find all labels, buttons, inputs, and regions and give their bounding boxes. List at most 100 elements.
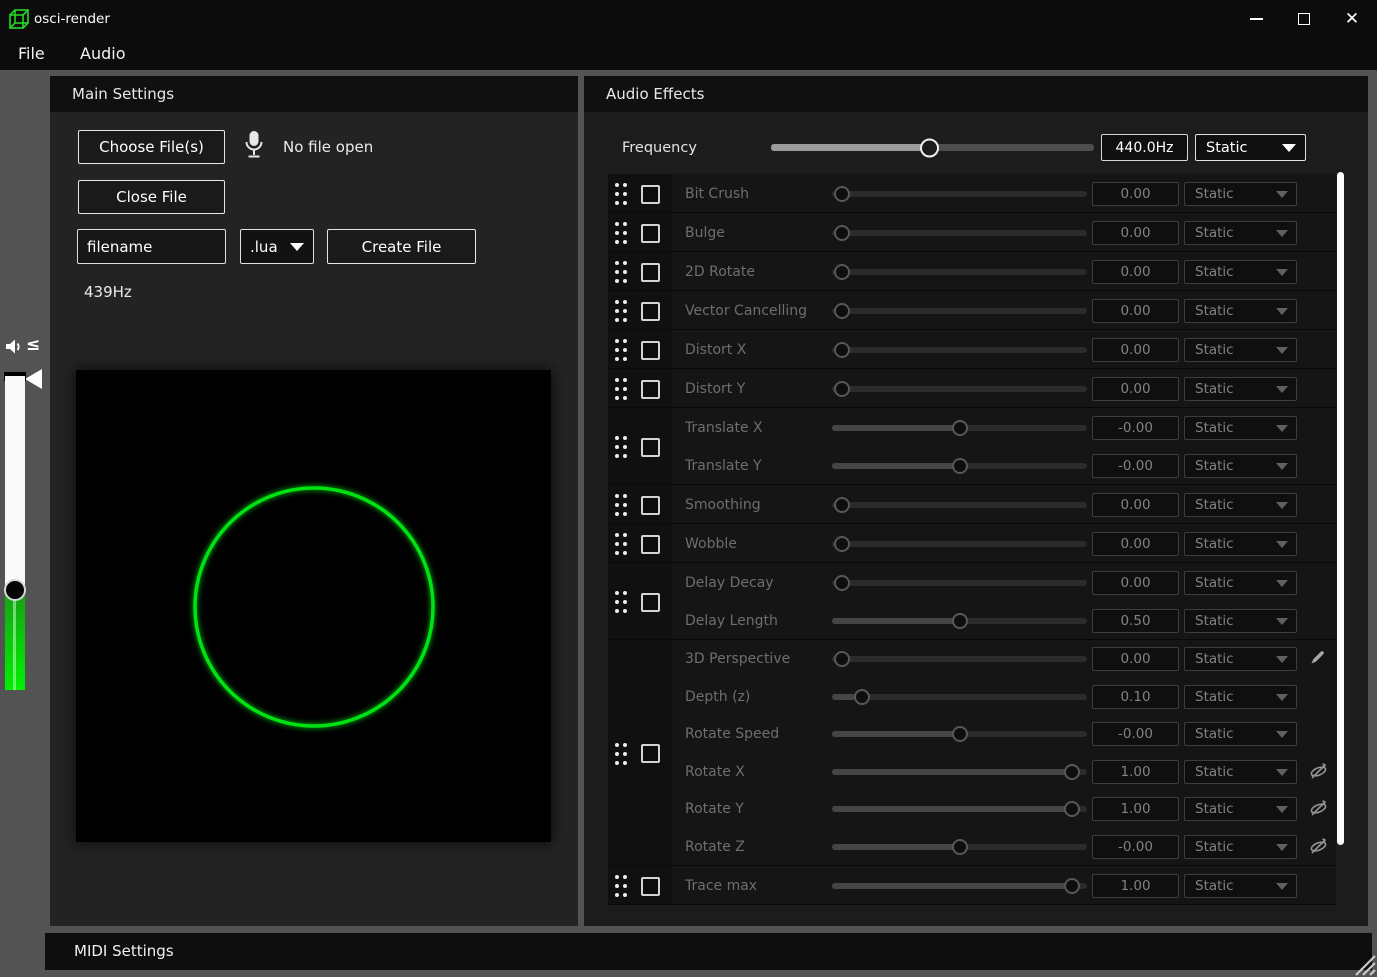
slider-track[interactable] <box>832 580 1087 586</box>
effect-value-box[interactable]: 0.50 <box>1092 609 1179 633</box>
frequency-value-box[interactable]: 440.0Hz <box>1101 134 1188 161</box>
effect-slider[interactable] <box>832 378 1087 400</box>
effect-mode-select[interactable]: Static <box>1184 182 1297 206</box>
slider-track[interactable] <box>771 144 1094 151</box>
rotate-icon[interactable] <box>1309 799 1329 819</box>
effect-mode-select[interactable]: Static <box>1184 338 1297 362</box>
slider-track[interactable] <box>832 844 1087 850</box>
slider-thumb[interactable] <box>1064 764 1080 780</box>
effect-slider[interactable] <box>832 686 1087 708</box>
volume-slider-thumb[interactable] <box>4 579 26 601</box>
effect-value-box[interactable]: -0.00 <box>1092 454 1179 478</box>
effect-slider[interactable] <box>832 723 1087 745</box>
effect-slider[interactable] <box>832 875 1087 897</box>
choose-file-button[interactable]: Choose File(s) <box>78 130 225 164</box>
effect-value-box[interactable]: 0.00 <box>1092 377 1179 401</box>
audio-effects-header[interactable]: Audio Effects <box>584 76 1368 112</box>
effect-mode-select[interactable]: Static <box>1184 685 1297 709</box>
effect-slider[interactable] <box>832 836 1087 858</box>
menu-audio[interactable]: Audio <box>80 41 125 67</box>
slider-track[interactable] <box>832 347 1087 353</box>
title-bar[interactable]: osci-render ✕ <box>0 0 1377 38</box>
slider-thumb[interactable] <box>952 839 968 855</box>
slider-thumb[interactable] <box>834 497 850 513</box>
volume-slider-track[interactable] <box>5 376 25 590</box>
effect-slider[interactable] <box>832 572 1087 594</box>
effect-mode-select[interactable]: Static <box>1184 493 1297 517</box>
pencil-icon[interactable] <box>1309 649 1329 669</box>
effect-mode-select[interactable]: Static <box>1184 609 1297 633</box>
microphone-icon[interactable] <box>244 131 264 161</box>
slider-track[interactable] <box>832 883 1087 889</box>
slider-track[interactable] <box>832 191 1087 197</box>
slider-track[interactable] <box>832 502 1087 508</box>
effect-slider[interactable] <box>832 222 1087 244</box>
filename-input[interactable] <box>77 229 226 264</box>
effect-slider[interactable] <box>832 417 1087 439</box>
effect-slider[interactable] <box>832 533 1087 555</box>
effect-slider[interactable] <box>832 648 1087 670</box>
effect-value-box[interactable]: 0.00 <box>1092 182 1179 206</box>
slider-track[interactable] <box>832 386 1087 392</box>
close-file-button[interactable]: Close File <box>78 180 225 214</box>
effect-value-box[interactable]: -0.00 <box>1092 722 1179 746</box>
slider-thumb[interactable] <box>834 536 850 552</box>
effect-mode-select[interactable]: Static <box>1184 647 1297 671</box>
slider-track[interactable] <box>832 425 1087 431</box>
slider-thumb[interactable] <box>1064 878 1080 894</box>
frequency-slider[interactable] <box>771 136 1094 158</box>
effect-slider[interactable] <box>832 183 1087 205</box>
effect-slider[interactable] <box>832 761 1087 783</box>
slider-thumb[interactable] <box>834 186 850 202</box>
effect-slider[interactable] <box>832 339 1087 361</box>
effect-value-box[interactable]: 0.00 <box>1092 299 1179 323</box>
resize-grip[interactable] <box>1348 948 1376 976</box>
slider-thumb[interactable] <box>834 225 850 241</box>
slider-thumb[interactable] <box>920 138 939 157</box>
effect-slider[interactable] <box>832 798 1087 820</box>
slider-thumb[interactable] <box>1064 801 1080 817</box>
effect-mode-select[interactable]: Static <box>1184 260 1297 284</box>
effect-mode-select[interactable]: Static <box>1184 571 1297 595</box>
slider-thumb[interactable] <box>952 458 968 474</box>
slider-thumb[interactable] <box>834 575 850 591</box>
rotate-icon[interactable] <box>1309 837 1329 857</box>
effect-value-box[interactable]: 0.00 <box>1092 571 1179 595</box>
effect-mode-select[interactable]: Static <box>1184 722 1297 746</box>
effect-slider[interactable] <box>832 610 1087 632</box>
effect-mode-select[interactable]: Static <box>1184 454 1297 478</box>
slider-thumb[interactable] <box>834 264 850 280</box>
create-file-button[interactable]: Create File <box>327 229 476 264</box>
effect-mode-select[interactable]: Static <box>1184 797 1297 821</box>
effect-slider[interactable] <box>832 494 1087 516</box>
slider-thumb[interactable] <box>834 303 850 319</box>
effect-value-box[interactable]: 0.00 <box>1092 493 1179 517</box>
slider-track[interactable] <box>832 618 1087 624</box>
effect-value-box[interactable]: 0.00 <box>1092 221 1179 245</box>
slider-track[interactable] <box>832 541 1087 547</box>
slider-track[interactable] <box>832 731 1087 737</box>
effect-slider[interactable] <box>832 455 1087 477</box>
effect-value-box[interactable]: -0.00 <box>1092 835 1179 859</box>
effect-mode-select[interactable]: Static <box>1184 760 1297 784</box>
effect-mode-select[interactable]: Static <box>1184 377 1297 401</box>
close-button[interactable]: ✕ <box>1329 0 1375 38</box>
effect-slider[interactable] <box>832 300 1087 322</box>
slider-track[interactable] <box>832 769 1087 775</box>
effect-value-box[interactable]: 0.00 <box>1092 647 1179 671</box>
slider-track[interactable] <box>832 463 1087 469</box>
effect-mode-select[interactable]: Static <box>1184 221 1297 245</box>
effect-value-box[interactable]: 1.00 <box>1092 797 1179 821</box>
effect-value-box[interactable]: 0.00 <box>1092 260 1179 284</box>
slider-track[interactable] <box>832 806 1087 812</box>
frequency-mode-select[interactable]: Static <box>1195 134 1306 161</box>
effect-value-box[interactable]: 0.10 <box>1092 685 1179 709</box>
effects-scrollbar[interactable] <box>1337 172 1344 845</box>
effect-value-box[interactable]: 1.00 <box>1092 874 1179 898</box>
menu-file[interactable]: File <box>18 41 45 67</box>
rotate-icon[interactable] <box>1309 762 1329 782</box>
effect-mode-select[interactable]: Static <box>1184 299 1297 323</box>
effect-value-box[interactable]: 0.00 <box>1092 532 1179 556</box>
effect-value-box[interactable]: -0.00 <box>1092 416 1179 440</box>
slider-track[interactable] <box>832 656 1087 662</box>
